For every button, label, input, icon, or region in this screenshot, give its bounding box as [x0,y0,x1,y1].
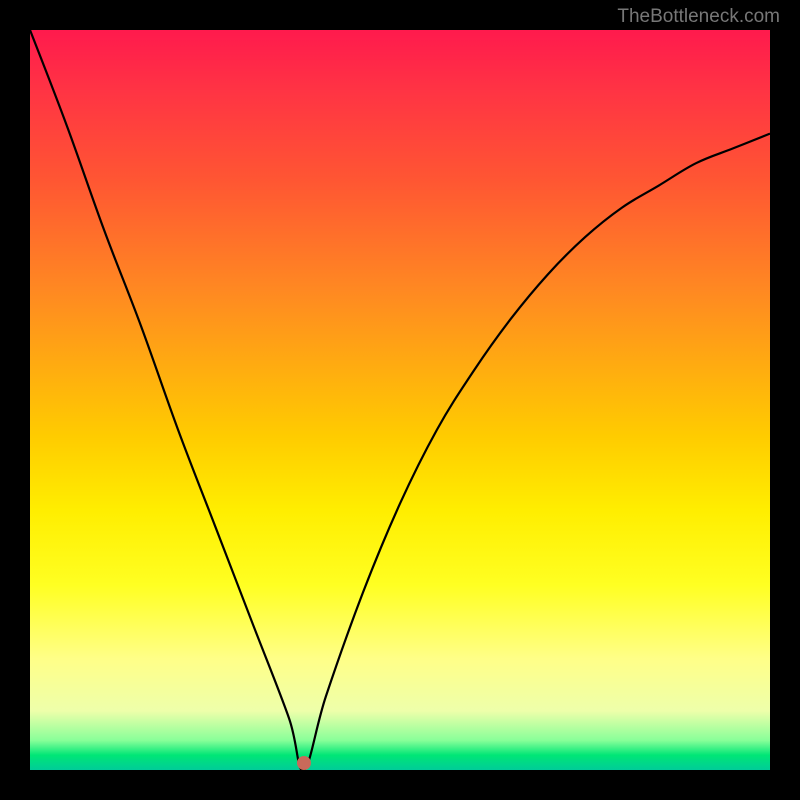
bottleneck-curve [30,30,770,770]
chart-container: TheBottleneck.com [0,0,800,800]
curve-svg [30,30,770,770]
plot-area [30,30,770,770]
watermark-text: TheBottleneck.com [617,6,780,28]
optimal-point-marker [297,756,311,770]
